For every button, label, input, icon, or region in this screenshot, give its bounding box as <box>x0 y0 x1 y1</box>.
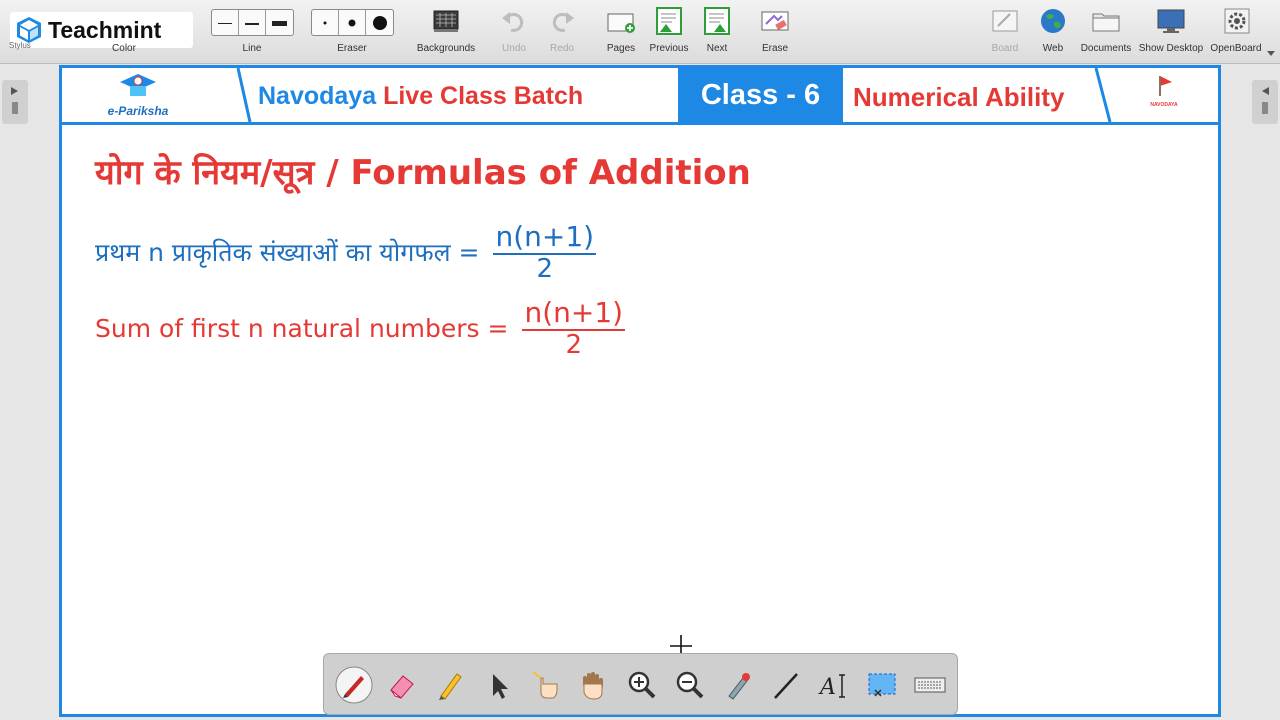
page-heading: योग के नियम/सूत्र / Formulas of Addition <box>95 153 751 193</box>
redo-icon[interactable] <box>547 6 577 36</box>
eraser-medium-button[interactable] <box>339 10 366 35</box>
line-label: Line <box>242 43 262 54</box>
formula-hindi-text: प्रथम n प्राकृतिक संख्याओं का योगफल = <box>95 238 480 267</box>
chevron-right-icon <box>11 87 18 114</box>
brand-name: e-Pariksha <box>107 104 169 118</box>
cube-logo-icon <box>17 17 41 43</box>
zoom-in-icon[interactable] <box>623 666 661 704</box>
pointer-icon[interactable] <box>479 666 517 704</box>
fraction-numerator: n(n+1) <box>493 220 597 255</box>
board-icon[interactable] <box>990 6 1020 36</box>
capture-icon[interactable] <box>863 666 901 704</box>
formula-hindi: प्रथम n प्राकृतिक संख्याओं का योगफल = n(… <box>95 220 597 284</box>
eraser-icon[interactable] <box>383 666 421 704</box>
left-panel-tab[interactable] <box>2 80 28 124</box>
batch-title-live: Live Class Batch <box>383 82 584 110</box>
zoom-out-icon[interactable] <box>671 666 709 704</box>
lesson-banner: e-Pariksha Navodaya Live Class Batch Cla… <box>62 68 1218 125</box>
openboard-label: OpenBoard <box>1210 43 1262 54</box>
formula-english: Sum of first n natural numbers = n(n+1) … <box>95 296 626 360</box>
erase-all-icon[interactable] <box>760 6 790 36</box>
laser-pointer-icon[interactable] <box>719 666 757 704</box>
line-medium-button[interactable] <box>239 10 266 35</box>
erase-label: Erase <box>761 43 789 54</box>
line-thin-button[interactable] <box>212 10 239 35</box>
formula-english-fraction: n(n+1) 2 <box>522 296 626 360</box>
next-page-icon[interactable] <box>702 6 732 36</box>
keyboard-icon[interactable] <box>911 666 949 704</box>
navodaya-logo: NAVODAYA <box>1144 74 1184 118</box>
formula-hindi-fraction: n(n+1) 2 <box>493 220 597 284</box>
chevron-down-icon[interactable] <box>1266 48 1276 58</box>
fraction-numerator: n(n+1) <box>522 296 626 331</box>
right-panel-tab[interactable] <box>1252 80 1278 124</box>
eraser-large-button[interactable] <box>366 10 393 35</box>
line-icon[interactable] <box>767 666 805 704</box>
pages-icon[interactable] <box>606 6 636 36</box>
text-icon[interactable]: A <box>815 666 853 704</box>
chevron-left-icon <box>1262 87 1269 114</box>
eraser-small-button[interactable] <box>312 10 339 35</box>
documents-folder-icon[interactable] <box>1091 6 1121 36</box>
stylus-label: Stylus <box>9 41 31 50</box>
fraction-denominator: 2 <box>536 254 554 284</box>
logo-text: Teachmint <box>48 16 162 43</box>
subject-title: Numerical Ability <box>853 82 1065 112</box>
eraser-size-selector <box>311 9 394 36</box>
laser-hand-icon[interactable] <box>527 666 565 704</box>
previous-page-icon[interactable] <box>654 6 684 36</box>
eraser-label: Eraser <box>337 43 367 54</box>
show-desktop-icon[interactable] <box>1156 6 1186 36</box>
batch-title-navodaya: Navodaya <box>258 82 377 110</box>
main-toolbar: Teachmint Stylus Color Line Eraser Backg… <box>0 0 1280 64</box>
fraction-denominator: 2 <box>565 330 583 360</box>
highlighter-icon[interactable] <box>431 666 469 704</box>
drawing-tool-palette: A <box>323 653 958 715</box>
backgrounds-icon[interactable] <box>431 6 461 36</box>
line-width-selector <box>211 9 294 36</box>
batch-title: Navodaya Live Class Batch <box>258 82 583 111</box>
class-badge: Class - 6 <box>678 68 843 122</box>
e-pariksha-logo: e-Pariksha <box>98 72 178 120</box>
undo-icon[interactable] <box>499 6 529 36</box>
flag-logo-icon <box>1159 76 1172 96</box>
graduation-cap-icon <box>120 74 156 96</box>
line-thick-button[interactable] <box>266 10 293 35</box>
pen-icon[interactable] <box>335 666 373 704</box>
navodaya-logo-text: NAVODAYA <box>1150 102 1178 108</box>
openboard-settings-icon[interactable] <box>1222 6 1252 36</box>
color-label: Color <box>112 43 136 54</box>
web-globe-icon[interactable] <box>1038 6 1068 36</box>
formula-english-text: Sum of first n natural numbers = <box>95 313 509 343</box>
hand-icon[interactable] <box>575 666 613 704</box>
svg-text:A: A <box>818 675 836 700</box>
whiteboard-canvas[interactable]: e-Pariksha Navodaya Live Class Batch Cla… <box>59 65 1221 717</box>
